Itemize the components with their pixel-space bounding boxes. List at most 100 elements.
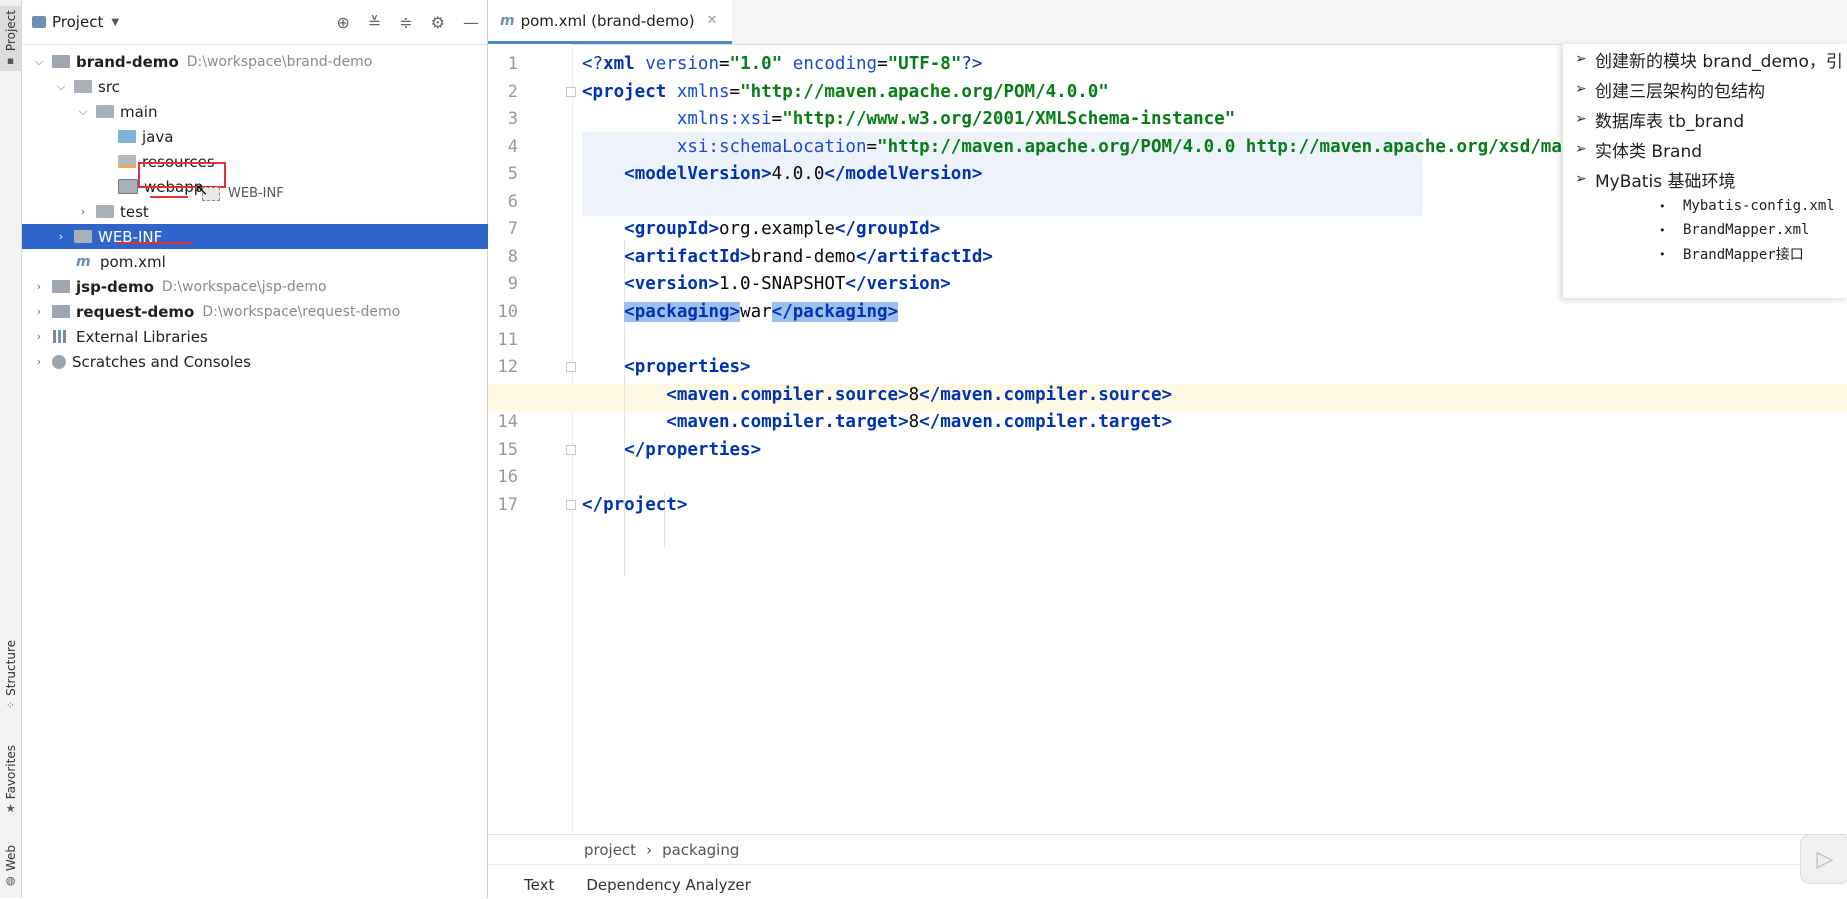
breadcrumb-project[interactable]: project: [584, 841, 636, 859]
chevron-right-icon[interactable]: ›: [32, 355, 46, 368]
chevron-right-icon[interactable]: ›: [32, 280, 46, 293]
tree-item-external-libraries[interactable]: › External Libraries: [22, 324, 497, 349]
libraries-icon: [52, 330, 70, 343]
breadcrumb: project › packaging: [488, 834, 1847, 865]
bullet-icon: •: [1659, 223, 1666, 237]
fold-marker-icon[interactable]: [566, 445, 576, 455]
line-number: 17: [497, 495, 518, 515]
line-number: 6: [507, 192, 518, 212]
chevron-right-icon[interactable]: ›: [76, 205, 90, 218]
arrow-right-icon: ➢: [1575, 141, 1587, 157]
code-line-17: </project>: [582, 495, 688, 515]
maven-file-icon: m: [76, 253, 91, 270]
structure-tool-tab[interactable]: Structure ⁘: [0, 640, 21, 712]
tree-item-request-demo[interactable]: › request-demo D:\workspace\request-demo: [22, 299, 497, 324]
structure-icon: ⁘: [5, 698, 16, 712]
line-number: 16: [497, 467, 518, 487]
expand-all-icon[interactable]: ≑: [399, 13, 412, 32]
tree-item-label: test: [120, 202, 149, 221]
line-number: 3: [507, 109, 518, 129]
folder-icon: [74, 80, 92, 93]
code-line-3: xmlns:xsi="http://www.w3.org/2001/XMLSch…: [676, 109, 1236, 129]
play-icon[interactable]: ▷: [1800, 834, 1847, 884]
project-view-selector[interactable]: Project: [52, 13, 103, 31]
chevron-right-icon[interactable]: ›: [32, 330, 46, 343]
note-item: ➢ 创建三层架构的包结构: [1575, 74, 1765, 104]
note-text: 创建新的模块 brand_demo，引: [1595, 51, 1843, 72]
subnote-text: BrandMapper接口: [1683, 247, 1804, 263]
folder-icon: [96, 205, 114, 218]
favorites-tool-tab[interactable]: Favorites ★: [0, 745, 21, 815]
tree-item-scratches[interactable]: › Scratches and Consoles: [22, 349, 497, 374]
chevron-right-icon[interactable]: ›: [32, 305, 46, 318]
chevron-down-icon[interactable]: ⌵: [76, 105, 90, 119]
note-text: 实体类 Brand: [1595, 141, 1703, 162]
breadcrumb-packaging[interactable]: packaging: [662, 841, 739, 859]
tab-pom-xml[interactable]: m pom.xml (brand-demo) ✕: [488, 0, 732, 44]
chevron-down-icon[interactable]: ⌵: [32, 55, 46, 69]
tree-item-src[interactable]: ⌵ src: [22, 74, 519, 99]
collapse-all-icon[interactable]: ≚: [368, 13, 381, 32]
arrow-right-icon: ➢: [1575, 81, 1587, 97]
tree-item-web-inf[interactable]: › WEB-INF: [22, 224, 519, 249]
code-line-7: <groupId>org.example</groupId>: [624, 219, 941, 239]
line-number: 2: [507, 82, 518, 102]
tree-item-path: D:\workspace\brand-demo: [186, 53, 373, 70]
line-number: 8: [507, 247, 518, 267]
chevron-down-icon[interactable]: ▼: [111, 17, 119, 28]
tree-item-label: request-demo: [76, 302, 195, 321]
line-number: 14: [497, 412, 518, 432]
arrow-right-icon: ➢: [1575, 171, 1587, 187]
note-item: ➢ MyBatis 基础环境: [1575, 164, 1735, 194]
fold-marker-icon[interactable]: [566, 500, 576, 510]
close-icon[interactable]: ✕: [707, 13, 718, 28]
globe-icon[interactable]: ⊕: [336, 13, 349, 32]
webapp-highlight-box: [138, 162, 226, 188]
annotation-underline: [118, 242, 192, 244]
subnote-text: Mybatis-config.xml: [1683, 198, 1835, 214]
line-number: 12: [497, 357, 518, 377]
line-number: 1: [507, 54, 518, 74]
tree-item-brand-demo[interactable]: ⌵ brand-demo D:\workspace\brand-demo: [22, 49, 497, 74]
scratches-icon: [52, 354, 66, 369]
web-folder-icon: [118, 179, 138, 194]
structure-tool-label: Structure: [3, 640, 18, 696]
tree-item-jsp-demo[interactable]: › jsp-demo D:\workspace\jsp-demo: [22, 274, 497, 299]
project-tool-tab[interactable]: Project ▪: [0, 6, 21, 72]
bullet-icon: •: [1659, 247, 1666, 261]
tree-item-test[interactable]: › test: [22, 199, 541, 224]
code-line-4: xsi:schemaLocation="http://maven.apache.…: [676, 137, 1720, 157]
chevron-down-icon[interactable]: ⌵: [54, 80, 68, 94]
tree-item-label: java: [142, 127, 174, 146]
tree-item-label: brand-demo: [76, 52, 179, 71]
tree-item-label: External Libraries: [76, 327, 208, 346]
minimize-icon[interactable]: —: [463, 13, 479, 32]
note-subitem: • BrandMapper.xml: [1659, 218, 1809, 242]
project-panel: Project ▼ ⊕ ≚ ≑ ⚙ — ⌵ brand-demo D:\work…: [22, 0, 519, 898]
maven-file-icon: m: [500, 12, 515, 29]
tree-item-pom-xml[interactable]: m pom.xml: [22, 249, 541, 274]
arrow-right-icon: ➢: [1575, 111, 1587, 127]
code-line-9: <version>1.0-SNAPSHOT</version>: [624, 274, 951, 294]
editor-bottom-tabs: Text Dependency Analyzer: [488, 864, 1847, 899]
drag-ghost-label: WEB-INF: [228, 186, 284, 201]
chevron-right-icon[interactable]: ›: [54, 230, 68, 243]
star-icon: ★: [5, 802, 16, 816]
line-number: 15: [497, 440, 518, 460]
web-tool-tab[interactable]: Web ◍: [0, 845, 21, 887]
drag-ghost: WEB-INF: [202, 186, 284, 201]
gear-icon[interactable]: ⚙: [431, 13, 445, 32]
tree-item-label: src: [98, 77, 120, 96]
note-text: 数据库表 tb_brand: [1595, 111, 1745, 132]
web-tool-label: Web: [3, 845, 18, 872]
module-folder-icon: [52, 305, 70, 318]
fold-marker-icon[interactable]: [566, 87, 576, 97]
fold-marker-icon[interactable]: [566, 362, 576, 372]
code-line-12: <properties>: [624, 357, 751, 377]
tab-text[interactable]: Text: [508, 871, 570, 899]
tab-dependency-analyzer[interactable]: Dependency Analyzer: [570, 871, 766, 899]
note-item: ➢ 数据库表 tb_brand: [1575, 104, 1744, 134]
note-item: ➢ 创建新的模块 brand_demo，引: [1575, 44, 1843, 74]
tree-item-main[interactable]: ⌵ main: [22, 99, 541, 124]
